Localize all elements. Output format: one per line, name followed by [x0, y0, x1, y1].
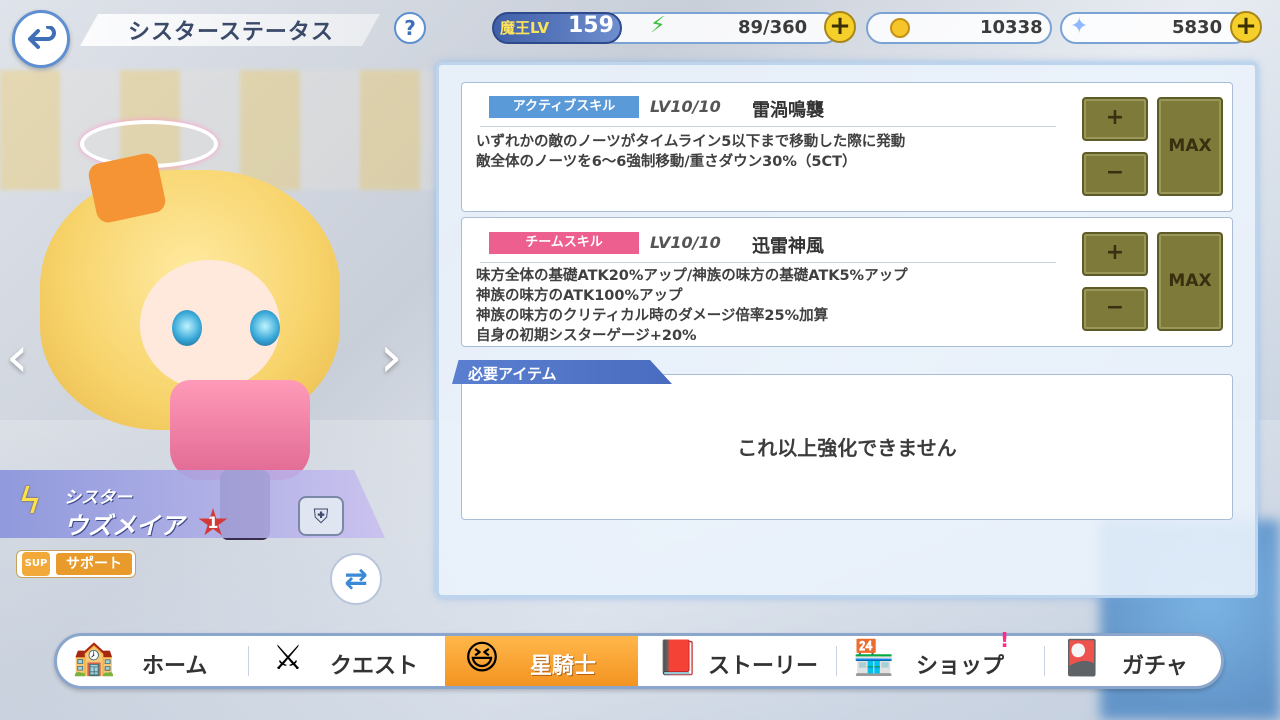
skill-divider [480, 262, 1056, 263]
gem-icon: ✦ [1070, 14, 1089, 39]
team-skill-max-button[interactable]: MAX [1157, 232, 1223, 331]
back-arrow-icon [28, 26, 56, 49]
active-skill-max-button[interactable]: MAX [1157, 97, 1223, 196]
knight-icon: 😆 [464, 638, 500, 678]
skill-divider [480, 126, 1056, 127]
team-skill-desc-3: 神族の味方のクリティカル時のダメージ倍率25%加算 [476, 308, 829, 324]
next-character-arrow-icon[interactable]: › [380, 330, 402, 386]
help-button[interactable]: ? [394, 12, 426, 44]
active-skill-desc-2: 敵全体のノーツを6～6強制移動/重さダウン30%（5CT） [476, 154, 857, 170]
max-enhancement-message: これ以上強化できません [737, 436, 957, 460]
nav-divider [836, 646, 837, 676]
character-illustration [0, 70, 440, 540]
level-value: 159 [568, 13, 614, 38]
active-skill-plus-button[interactable]: + [1082, 97, 1148, 141]
team-skill-desc-1: 味方全体の基礎ATK20%アップ/神族の味方の基礎ATK5%アップ [476, 268, 908, 284]
faction-emblem-icon: ⛨ [298, 496, 344, 536]
team-skill-level: LV10/10 [650, 233, 721, 252]
role-label: サポート [56, 553, 132, 575]
nav-knights-label: 星騎士 [530, 654, 597, 679]
nav-home-label: ホーム [142, 654, 208, 679]
coin-icon [890, 18, 910, 38]
team-skill-desc-2: 神族の味方のATK100%アップ [476, 288, 683, 304]
gacha-icon: 🎴 [1060, 638, 1104, 678]
shop-icon: 🏪 [852, 638, 896, 678]
back-button[interactable] [12, 10, 70, 68]
nav-gacha-label: ガチャ [1122, 654, 1188, 679]
nav-shop-label: ショップ [916, 654, 1005, 679]
active-skill-minus-button[interactable]: − [1082, 152, 1148, 196]
stamina-value: 89/360 [738, 17, 808, 38]
active-skill-desc-1: いずれかの敵のノーツがタイムライン5以下まで移動した際に発動 [476, 134, 906, 150]
active-skill-tag: アクティブスキル [489, 96, 639, 118]
active-skill-name: 雷渦鳴襲 [752, 100, 824, 121]
stamina-icon: ⚡ [650, 13, 666, 38]
character-eye-left [172, 310, 202, 346]
character-class: シスター [64, 488, 132, 508]
nav-story-label: ストーリー [708, 654, 819, 679]
home-icon: 🏫 [72, 638, 116, 678]
swap-button[interactable]: ⇄ [330, 553, 382, 605]
team-skill-plus-button[interactable]: + [1082, 232, 1148, 276]
character-eye-right [250, 310, 280, 346]
nav-quest-label: クエスト [330, 654, 419, 679]
nav-divider [1044, 646, 1045, 676]
nav-divider [248, 646, 249, 676]
shop-notification-icon: ! [1000, 628, 1010, 652]
prev-character-arrow-icon[interactable]: ‹ [6, 330, 28, 386]
required-items-title: 必要アイテム [468, 365, 557, 383]
stamina-plus-button[interactable]: + [824, 11, 856, 43]
gem-plus-button[interactable]: + [1230, 11, 1262, 43]
team-skill-tag: チームスキル [489, 232, 639, 254]
book-icon: 📕 [656, 638, 700, 678]
support-badge-icon: SUP [22, 552, 50, 576]
character-body [170, 380, 310, 480]
team-skill-minus-button[interactable]: − [1082, 287, 1148, 331]
level-label: 魔王LV [500, 19, 550, 37]
team-skill-desc-4: 自身の初期シスターゲージ+20% [476, 328, 697, 344]
element-thunder-icon: ϟ [18, 481, 42, 522]
team-skill-name: 迅雷神風 [752, 236, 824, 257]
page-title: シスターステータス [128, 20, 334, 45]
coin-value: 10338 [980, 17, 1043, 38]
sword-icon: ⚔ [272, 638, 304, 678]
active-skill-level: LV10/10 [650, 97, 721, 116]
character-name: ウズメイア [64, 512, 184, 540]
gem-value: 5830 [1172, 17, 1223, 38]
